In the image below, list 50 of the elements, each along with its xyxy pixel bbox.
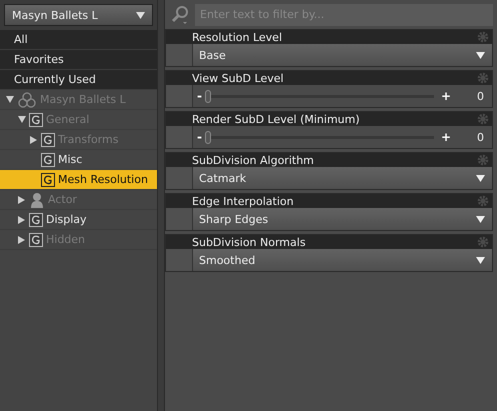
caret-icon (476, 52, 485, 58)
settings-icon[interactable] (477, 113, 489, 125)
settings-icon[interactable] (477, 195, 489, 207)
figure-icon (17, 92, 37, 108)
group-icon (41, 132, 55, 146)
filter-item[interactable]: All (0, 30, 157, 50)
node-selector[interactable]: Masyn Ballets L (4, 4, 153, 26)
dropdown[interactable]: Sharp Edges (193, 208, 492, 230)
dropdown[interactable]: Base (193, 44, 492, 66)
tree-label: Actor (48, 193, 77, 206)
settings-icon[interactable] (477, 154, 489, 166)
tree-label: Transforms (58, 133, 118, 146)
group-icon (41, 152, 55, 166)
group-icon (29, 232, 43, 246)
tree-label: Masyn Ballets L (40, 93, 126, 106)
tree-label: General (46, 113, 90, 126)
property-label: Render SubD Level (Minimum) (192, 112, 360, 126)
person-icon (29, 192, 45, 208)
caret-icon (476, 216, 485, 222)
dropdown[interactable]: Catmark (193, 167, 492, 189)
splitter[interactable] (158, 0, 165, 411)
slider-value: 0 (476, 90, 484, 102)
property-label: View SubD Level (192, 72, 284, 84)
property-label: Resolution Level (192, 30, 282, 44)
decrement-button[interactable]: - (197, 130, 202, 144)
increment-button[interactable]: + (440, 130, 451, 144)
caret-icon (136, 12, 145, 18)
tree-label: Display (46, 213, 87, 226)
slider-value: 0 (476, 130, 484, 144)
tree-label: Misc (58, 153, 82, 166)
group-icon (41, 172, 55, 186)
property-label: Edge Interpolation (192, 194, 294, 208)
settings-icon[interactable] (477, 31, 489, 43)
group-icon (29, 212, 43, 226)
caret-icon (476, 256, 485, 264)
property-label: SubDivision Algorithm (192, 154, 314, 166)
settings-icon[interactable] (477, 72, 489, 84)
property-label: SubDivision Normals (192, 236, 306, 248)
dropdown[interactable]: Smoothed (193, 249, 492, 271)
slider-thumb[interactable] (204, 130, 211, 144)
slider-thumb[interactable] (204, 90, 211, 102)
caret-icon (476, 174, 485, 182)
decrement-button[interactable]: - (197, 89, 202, 103)
settings-icon[interactable] (477, 236, 489, 248)
filter-item[interactable]: Currently Used (0, 70, 157, 90)
increment-button[interactable]: + (440, 89, 451, 103)
group-icon (29, 112, 43, 126)
filter-item[interactable]: Favorites (0, 50, 157, 70)
tree-label: Mesh Resolution (58, 173, 148, 186)
tree-label: Hidden (46, 233, 86, 246)
